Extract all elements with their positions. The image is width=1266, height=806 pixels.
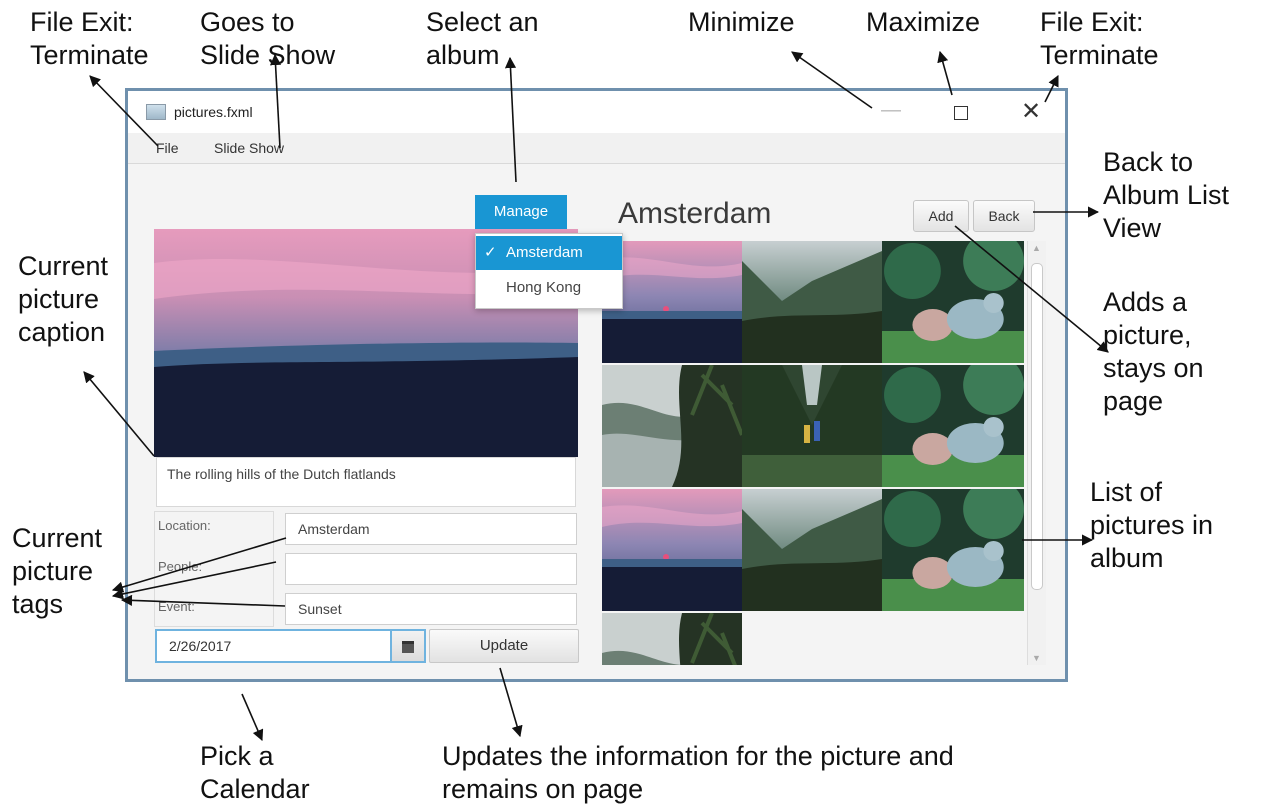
annotation-arrows	[83, 50, 1109, 742]
